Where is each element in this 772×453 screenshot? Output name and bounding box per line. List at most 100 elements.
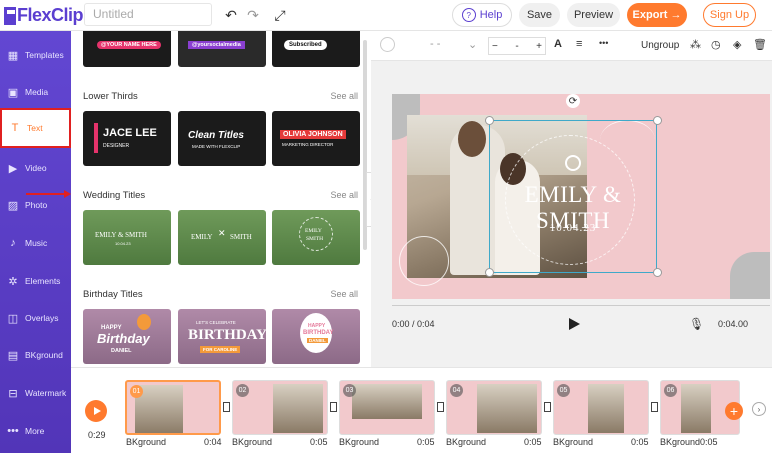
transition-icon[interactable] [330,402,337,412]
sidebar-item-label: Elements [25,276,61,286]
sidebar-item-label: Text [27,123,43,133]
sidebar-item-overlays[interactable]: ◫ Overlays [0,303,71,333]
text-style-icon[interactable]: A [554,38,562,50]
clip-number: 01 [130,385,143,398]
font-family-dropdown[interactable]: - - [430,38,440,50]
transition-icon[interactable] [223,402,230,412]
minus-icon[interactable]: − [492,41,498,52]
thumb-text: Subscribed [284,40,327,50]
sidebar-item-bkground[interactable]: ▤ BKground [0,340,71,370]
fullscreen-icon[interactable]: ⤢ [271,6,289,24]
clip-number: 05 [557,384,570,397]
text-template-thumb[interactable]: JACE LEE DESIGNER [83,111,171,166]
clock-icon[interactable]: ◷ [711,38,721,51]
redo-icon[interactable]: ↷ [244,6,262,24]
flexclip-logo[interactable]: FlexClip [4,5,84,26]
sidebar-item-label: Media [25,87,49,97]
clip-duration: 0:04 [204,437,222,447]
text-template-thumb[interactable]: EMILY ✕ SMITH [178,210,266,265]
thumb-subtext: DANIEL [111,348,132,354]
trash-icon[interactable]: 🗑 [753,38,767,51]
sidebar-item-video[interactable]: ▶ Video [0,153,71,183]
color-picker-icon[interactable] [380,37,395,52]
play-icon[interactable] [569,318,580,330]
top-bar: FlexClip Untitled ↶ ↷ ⤢ ? Help Save Previ… [0,0,772,31]
grid-icon[interactable]: ⁂ [690,38,701,51]
thumb-text: EMILY [191,233,213,241]
undo-icon[interactable]: ↶ [222,6,240,24]
add-clip-button[interactable]: + [725,402,743,420]
clip-thumbnail [477,384,537,433]
clip-duration: 0:05 [631,437,649,447]
timeline-play-button[interactable] [85,400,107,422]
text-template-thumb[interactable]: EMILY & SMITH 10.04.23 [83,210,171,265]
thumb-text: Birthday [97,331,150,346]
rotate-icon[interactable]: ⟳ [566,94,580,108]
sidebar-item-watermark[interactable]: ⊟ Watermark [0,378,71,408]
project-title-input[interactable]: Untitled [84,3,212,26]
sidebar-item-templates[interactable]: ▦ Templates [0,40,71,70]
timeline-clip[interactable]: 02 [232,380,328,435]
sidebar-item-label: BKground [25,350,63,360]
text-template-thumb[interactable]: HAPPY BIRTHDAY DANIEL [272,309,360,364]
text-template-thumb[interactable]: Clean Titles MADE WITH FLEXCLIP [178,111,266,166]
plus-icon[interactable]: + [536,41,542,52]
transition-icon[interactable] [437,402,444,412]
text-template-thumb[interactable]: @YOUR NAME HERE [83,31,171,67]
clip-thumbnail [273,384,323,433]
resize-handle[interactable] [653,116,662,125]
sidebar-item-more[interactable]: ••• More [0,416,71,446]
chevron-down-icon[interactable]: ⌄ [468,38,477,51]
layers-icon[interactable]: ◈ [733,38,741,51]
arrow-icon: ✕ [218,228,226,238]
timeline-clip[interactable]: 04 [446,380,542,435]
see-all-birthday-titles[interactable]: See all [330,289,358,299]
thumb-text: EMILY & SMITH [95,231,147,239]
balloon-icon [137,314,151,330]
font-size-stepper[interactable]: − - + [488,37,546,55]
wreath-icon [299,217,333,251]
text-template-thumb[interactable]: LET'S CELEBRATE BIRTHDAY FOR CAROLINE [178,309,266,364]
text-template-thumb[interactable]: @yoursocialmedia [178,31,266,67]
text-align-icon[interactable]: ≡ [576,38,582,50]
sidebar-item-media[interactable]: ▣ Media [0,77,71,107]
clip-label: BKground [232,437,273,447]
thumb-text: @yoursocialmedia [188,41,245,49]
thumb-accent [94,123,98,153]
thumb-text: SMITH [306,236,324,242]
save-button[interactable]: Save [519,3,560,27]
transition-icon[interactable] [651,402,658,412]
scroll-right-icon[interactable]: › [752,402,766,416]
timeline-clip[interactable]: 01 [125,380,221,435]
text-template-thumb[interactable]: Subscribed [272,31,360,67]
section-title-lower-thirds: Lower Thirds [83,91,138,102]
decorative-shape [730,252,770,299]
export-button[interactable]: Export → [627,3,687,27]
playback-progress-bar[interactable] [392,305,770,306]
help-button[interactable]: ? Help [452,3,512,27]
text-template-thumb[interactable]: HAPPY Birthday DANIEL [83,309,171,364]
scene-duration[interactable]: 0:04.00 [718,319,748,329]
timeline-clip[interactable]: 03 [339,380,435,435]
preview-button[interactable]: Preview [567,3,620,27]
resize-handle[interactable] [485,268,494,277]
sign-up-button[interactable]: Sign Up [703,3,756,27]
timeline-clip[interactable]: 05 [553,380,649,435]
text-template-thumb[interactable]: EMILY SMITH [272,210,360,265]
more-options-icon[interactable]: ••• [599,38,608,48]
resize-handle[interactable] [653,268,662,277]
ungroup-button[interactable]: Ungroup [641,40,679,51]
see-all-lower-thirds[interactable]: See all [330,91,358,101]
see-all-wedding-titles[interactable]: See all [330,190,358,200]
text-template-thumb[interactable]: OLIVIA JOHNSON MARKETING DIRECTOR [272,111,360,166]
selection-box[interactable] [489,120,657,273]
help-label: Help [479,9,503,21]
sidebar-item-text[interactable]: T Text [0,108,71,148]
transition-icon[interactable] [544,402,551,412]
sidebar-item-elements[interactable]: ✲ Elements [0,266,71,296]
clip-label: BKground [126,437,167,447]
sidebar-item-music[interactable]: ♪ Music [0,228,71,258]
media-icon: ▣ [7,86,19,99]
resize-handle[interactable] [485,116,494,125]
microphone-icon[interactable]: 🎙 [689,317,704,331]
